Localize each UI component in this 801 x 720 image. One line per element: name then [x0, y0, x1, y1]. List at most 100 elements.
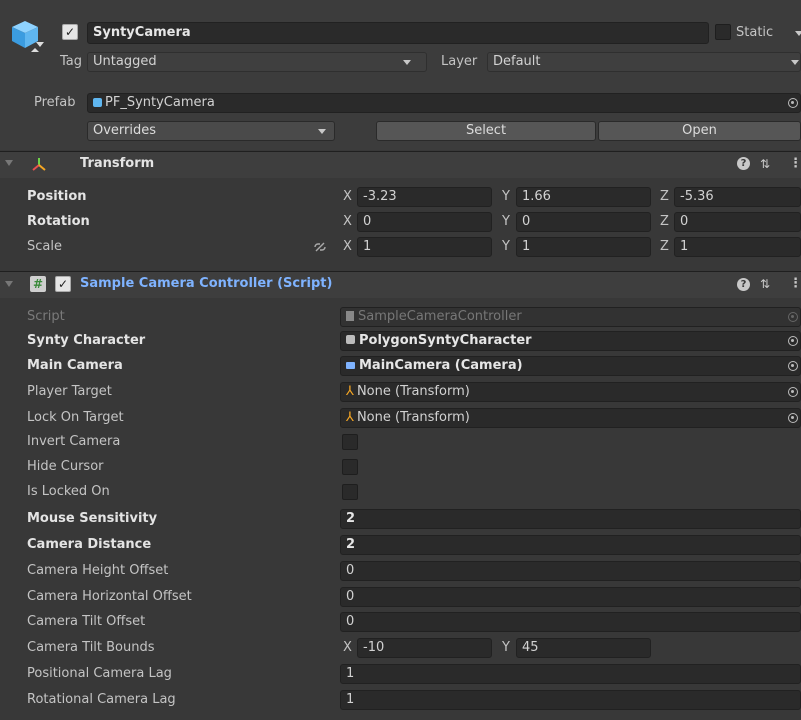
is-locked-on-checkbox[interactable] [342, 484, 358, 500]
scale-y-axis[interactable]: Y [502, 235, 510, 259]
overrides-dropdown[interactable]: Overrides [87, 121, 335, 141]
lock-on-target-value: None (Transform) [356, 410, 470, 425]
script-component-title: Sample Camera Controller (Script) [80, 276, 333, 291]
scale-label: Scale [27, 239, 62, 254]
constrain-proportions-icon[interactable] [313, 241, 327, 253]
main-camera-label: Main Camera [27, 358, 123, 373]
positional-camera-lag-field[interactable]: 1 [340, 664, 801, 684]
hide-cursor-label: Hide Cursor [27, 459, 104, 474]
camera-icon [346, 362, 355, 369]
foldout-arrow-icon[interactable] [5, 160, 13, 166]
rotational-camera-lag-field[interactable]: 1 [340, 690, 801, 710]
hide-cursor-checkbox[interactable] [342, 459, 358, 475]
camera-height-offset-label: Camera Height Offset [27, 563, 169, 578]
object-picker-icon [788, 312, 798, 322]
camera-height-offset-field[interactable]: 0 [340, 561, 801, 581]
invert-camera-checkbox[interactable] [342, 434, 358, 450]
transform-axes-icon [31, 156, 47, 172]
camera-distance-field[interactable]: 2 [340, 535, 801, 555]
static-label: Static [736, 25, 774, 40]
lock-on-target-label: Lock On Target [27, 410, 124, 425]
component-enabled-toggle[interactable]: ✓ [55, 276, 71, 292]
select-button[interactable]: Select [376, 121, 596, 141]
prefab-value: PF_SyntyCamera [105, 95, 215, 110]
tag-value: Untagged [93, 54, 157, 69]
object-picker-icon[interactable] [788, 98, 798, 108]
rotational-camera-lag-label: Rotational Camera Lag [27, 692, 176, 707]
rotation-y-field[interactable]: 0 [516, 212, 651, 232]
object-picker-icon[interactable] [788, 387, 798, 397]
tag-dropdown[interactable]: Untagged [87, 52, 427, 72]
tilt-bounds-x-axis[interactable]: X [343, 636, 352, 660]
scale-x-field[interactable]: 1 [357, 237, 492, 257]
help-icon[interactable]: ? [737, 278, 750, 291]
layer-dropdown[interactable]: Default [487, 52, 801, 72]
position-x-axis[interactable]: X [343, 185, 352, 209]
synty-character-label: Synty Character [27, 333, 146, 348]
help-icon[interactable]: ? [737, 157, 750, 170]
player-target-field[interactable]: ⅄ None (Transform) [340, 382, 801, 402]
rotation-x-axis[interactable]: X [343, 210, 352, 234]
lock-on-target-field[interactable]: ⅄ None (Transform) [340, 408, 801, 428]
position-z-axis[interactable]: Z [660, 185, 669, 209]
camera-tilt-offset-label: Camera Tilt Offset [27, 614, 146, 629]
prefab-icon [93, 98, 102, 107]
cube-icon-dropdown-arrow[interactable] [36, 42, 44, 47]
object-picker-icon[interactable] [788, 336, 798, 346]
scale-z-axis[interactable]: Z [660, 235, 669, 259]
overrides-label: Overrides [93, 123, 157, 138]
position-z-field[interactable]: -5.36 [674, 187, 801, 207]
camera-tilt-bounds-label: Camera Tilt Bounds [27, 640, 155, 655]
synty-character-field[interactable]: PolygonSyntyCharacter [340, 331, 801, 351]
presets-icon[interactable]: ⇅ [760, 151, 770, 177]
tag-label: Tag [60, 54, 83, 69]
camera-distance-label: Camera Distance [27, 537, 152, 552]
camera-tilt-offset-field[interactable]: 0 [340, 612, 801, 632]
static-dropdown-arrow[interactable] [795, 31, 801, 36]
static-checkbox[interactable] [715, 24, 731, 40]
rotation-x-field[interactable]: 0 [357, 212, 492, 232]
gameobject-name-field[interactable]: SyntyCamera [87, 22, 709, 44]
layer-label: Layer [441, 54, 478, 69]
kebab-menu-icon[interactable]: ⋮ [789, 271, 801, 297]
rotation-label: Rotation [27, 214, 90, 229]
prefab-label: Prefab [34, 95, 76, 110]
position-y-field[interactable]: 1.66 [516, 187, 651, 207]
script-field: SampleCameraController [340, 307, 801, 327]
object-picker-icon[interactable] [788, 413, 798, 423]
script-file-icon [346, 311, 354, 321]
rotation-y-axis[interactable]: Y [502, 210, 510, 234]
prefab-field[interactable]: PF_SyntyCamera [87, 93, 801, 113]
is-locked-on-label: Is Locked On [27, 484, 110, 499]
synty-character-value: PolygonSyntyCharacter [359, 333, 532, 348]
object-picker-icon[interactable] [788, 361, 798, 371]
script-hash-icon: # [30, 276, 46, 292]
chevron-down-icon [403, 60, 411, 65]
tilt-bounds-y-axis[interactable]: Y [502, 636, 510, 660]
player-target-label: Player Target [27, 384, 112, 399]
main-camera-field[interactable]: MainCamera (Camera) [340, 356, 801, 376]
foldout-arrow-icon[interactable] [5, 281, 13, 287]
kebab-menu-icon[interactable]: ⋮ [789, 151, 801, 177]
position-x-field[interactable]: -3.23 [357, 187, 492, 207]
open-button[interactable]: Open [598, 121, 801, 141]
camera-horizontal-offset-label: Camera Horizontal Offset [27, 589, 192, 604]
position-y-axis[interactable]: Y [502, 185, 510, 209]
tilt-bounds-y-field[interactable]: 45 [516, 638, 651, 658]
position-label: Position [27, 189, 87, 204]
scale-z-field[interactable]: 1 [674, 237, 801, 257]
transform-title: Transform [80, 156, 155, 171]
script-value: SampleCameraController [358, 309, 522, 324]
active-toggle[interactable]: ✓ [62, 24, 78, 40]
tilt-bounds-x-field[interactable]: -10 [357, 638, 492, 658]
rotation-z-axis[interactable]: Z [660, 210, 669, 234]
camera-horizontal-offset-field[interactable]: 0 [340, 587, 801, 607]
chevron-down-icon [318, 129, 326, 134]
presets-icon[interactable]: ⇅ [760, 271, 770, 297]
rotation-z-field[interactable]: 0 [674, 212, 801, 232]
scale-y-field[interactable]: 1 [516, 237, 651, 257]
scale-x-axis[interactable]: X [343, 235, 352, 259]
mouse-sensitivity-field[interactable]: 2 [340, 509, 801, 529]
chevron-down-icon [791, 60, 799, 65]
prefab-icon [346, 335, 355, 344]
